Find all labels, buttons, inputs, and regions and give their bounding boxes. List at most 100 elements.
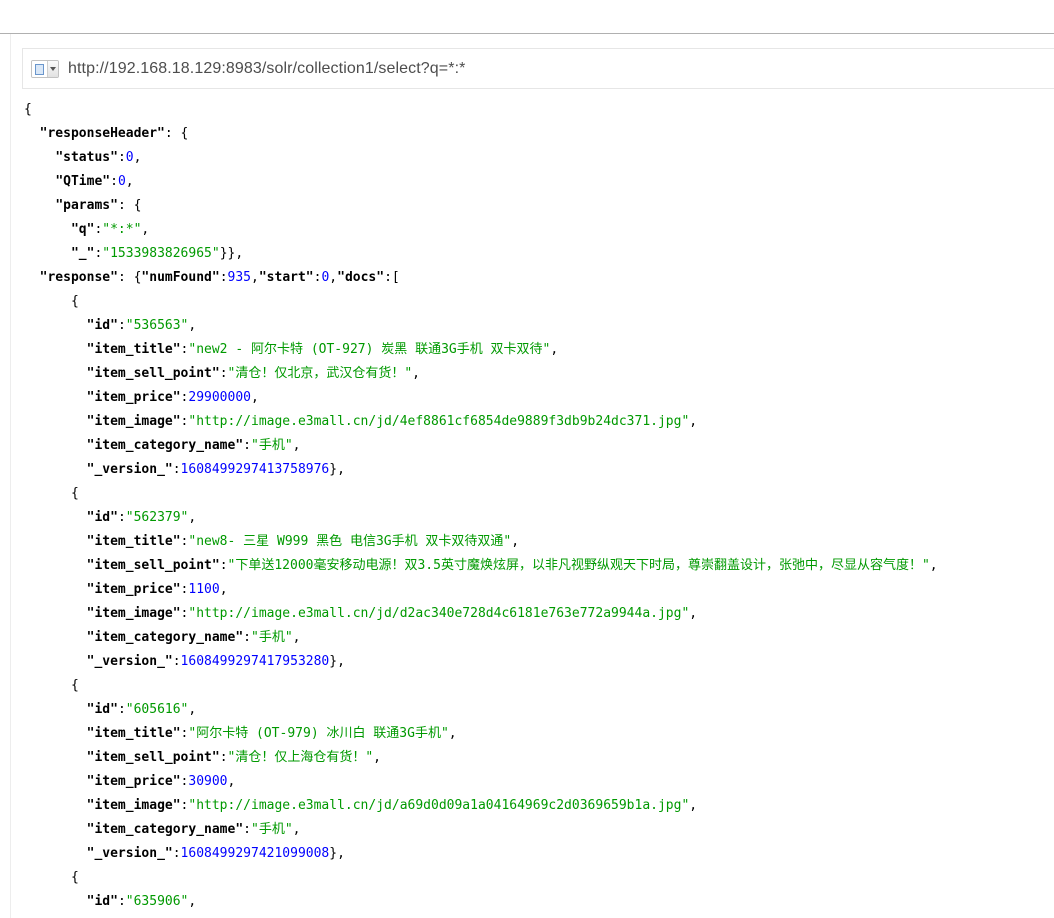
- json-line: "_version_":1608499297417953280},: [24, 650, 1054, 674]
- json-string-value: "new2 - 阿尔卡特 (OT-927) 炭黑 联通3G手机 双卡双待": [188, 342, 550, 357]
- json-punctuation: ,: [134, 150, 142, 165]
- json-key: "id": [87, 318, 118, 333]
- json-number-value: 1608499297413758976: [181, 462, 330, 477]
- json-string-value: "阿尔卡特 (OT-979) 冰川白 联通3G手机": [188, 726, 448, 741]
- json-line: "_version_":1608499297421099008},: [24, 842, 1054, 866]
- json-punctuation: :: [220, 558, 228, 573]
- chrome-divider: [0, 33, 1054, 34]
- json-number-value: 1100: [188, 582, 219, 597]
- json-key: "params": [55, 198, 118, 213]
- json-line: "item_image":"http://image.e3mall.cn/jd/…: [24, 602, 1054, 626]
- json-punctuation: :: [243, 438, 251, 453]
- json-key: "item_title": [87, 342, 181, 357]
- json-key: "item_category_name": [87, 630, 244, 645]
- json-string-value: "635906": [126, 894, 189, 909]
- viewport-edge-line: [10, 34, 11, 918]
- json-punctuation: :: [243, 822, 251, 837]
- json-number-value: 0: [126, 150, 134, 165]
- json-punctuation: ,: [550, 342, 558, 357]
- address-bar[interactable]: http://192.168.18.129:8983/solr/collecti…: [22, 48, 1054, 89]
- json-punctuation: ,: [449, 726, 457, 741]
- json-punctuation: ,: [251, 270, 259, 285]
- json-line: "item_price":30900,: [24, 770, 1054, 794]
- json-line: "_version_":1608499297413758976},: [24, 458, 1054, 482]
- json-key: "docs": [337, 270, 384, 285]
- browser-page: http://192.168.18.129:8983/solr/collecti…: [0, 0, 1054, 918]
- json-line: "id":"562379",: [24, 506, 1054, 530]
- json-line: "id":"605616",: [24, 698, 1054, 722]
- json-punctuation: : {: [118, 270, 141, 285]
- json-punctuation: ,: [188, 510, 196, 525]
- json-punctuation: ,: [511, 534, 519, 549]
- json-string-value: "手机": [251, 438, 293, 453]
- json-view: { "responseHeader": { "status":0, "QTime…: [24, 98, 1054, 914]
- json-string-value: "http://image.e3mall.cn/jd/4ef8861cf6854…: [188, 414, 689, 429]
- json-punctuation: : {: [165, 126, 188, 141]
- json-number-value: 1608499297417953280: [181, 654, 330, 669]
- json-string-value: "562379": [126, 510, 189, 525]
- json-string-value: "*:*": [102, 222, 141, 237]
- json-punctuation: ,: [930, 558, 938, 573]
- json-string-value: "下单送12000毫安移动电源！双3.5英寸魔焕炫屏，以非凡视野纵观天下时局，尊…: [228, 558, 930, 573]
- json-punctuation: ,: [689, 414, 697, 429]
- url-text[interactable]: http://192.168.18.129:8983/solr/collecti…: [68, 60, 465, 78]
- json-key: "id": [87, 510, 118, 525]
- json-punctuation: :[: [384, 270, 400, 285]
- json-punctuation: :: [220, 270, 228, 285]
- page-favicon-icon: [32, 61, 47, 77]
- json-key: "responseHeader": [40, 126, 165, 141]
- json-punctuation: ,: [293, 822, 301, 837]
- json-punctuation: : {: [118, 198, 141, 213]
- address-dropdown-button[interactable]: [47, 61, 58, 77]
- json-key: "q": [71, 222, 94, 237]
- json-key: "_": [71, 246, 94, 261]
- json-number-value: 29900000: [188, 390, 251, 405]
- json-line: "q":"*:*",: [24, 218, 1054, 242]
- json-line: "item_price":1100,: [24, 578, 1054, 602]
- json-key: "item_sell_point": [87, 750, 220, 765]
- json-key: "status": [55, 150, 118, 165]
- json-key: "_version_": [87, 654, 173, 669]
- json-line: {: [24, 866, 1054, 890]
- json-line: "item_title":"阿尔卡特 (OT-979) 冰川白 联通3G手机",: [24, 722, 1054, 746]
- json-key: "item_price": [87, 582, 181, 597]
- json-line: "item_category_name":"手机",: [24, 818, 1054, 842]
- json-string-value: "清仓！仅上海仓有货！": [228, 750, 374, 765]
- json-punctuation: ,: [329, 270, 337, 285]
- json-line: {: [24, 674, 1054, 698]
- json-string-value: "手机": [251, 630, 293, 645]
- json-punctuation: :: [173, 846, 181, 861]
- json-string-value: "1533983826965": [102, 246, 219, 261]
- json-number-value: 30900: [188, 774, 227, 789]
- json-line: "item_image":"http://image.e3mall.cn/jd/…: [24, 410, 1054, 434]
- json-key: "item_price": [87, 390, 181, 405]
- json-line: "item_sell_point":"清仓！仅北京，武汉仓有货！",: [24, 362, 1054, 386]
- json-punctuation: {: [24, 102, 32, 117]
- json-punctuation: ,: [188, 894, 196, 909]
- json-punctuation: :: [110, 174, 118, 189]
- json-key: "QTime": [55, 174, 110, 189]
- json-key: "item_category_name": [87, 822, 244, 837]
- json-punctuation: :: [118, 510, 126, 525]
- json-number-value: 1608499297421099008: [181, 846, 330, 861]
- json-punctuation: {: [71, 870, 79, 885]
- json-punctuation: ,: [220, 582, 228, 597]
- json-punctuation: :: [118, 150, 126, 165]
- json-line: "item_category_name":"手机",: [24, 626, 1054, 650]
- json-line: "response": {"numFound":935,"start":0,"d…: [24, 266, 1054, 290]
- json-punctuation: ,: [188, 702, 196, 717]
- json-key: "response": [40, 270, 118, 285]
- favicon-dropdown-control[interactable]: [31, 60, 59, 78]
- json-punctuation: :: [220, 750, 228, 765]
- json-key: "id": [87, 894, 118, 909]
- json-punctuation: },: [329, 846, 345, 861]
- json-punctuation: :: [220, 366, 228, 381]
- json-key: "item_image": [87, 414, 181, 429]
- json-punctuation: ,: [251, 390, 259, 405]
- chevron-down-icon: [50, 67, 56, 71]
- json-key: "item_title": [87, 726, 181, 741]
- json-punctuation: ,: [373, 750, 381, 765]
- json-line: "item_sell_point":"下单送12000毫安移动电源！双3.5英寸…: [24, 554, 1054, 578]
- json-key: "start": [259, 270, 314, 285]
- json-line: "params": {: [24, 194, 1054, 218]
